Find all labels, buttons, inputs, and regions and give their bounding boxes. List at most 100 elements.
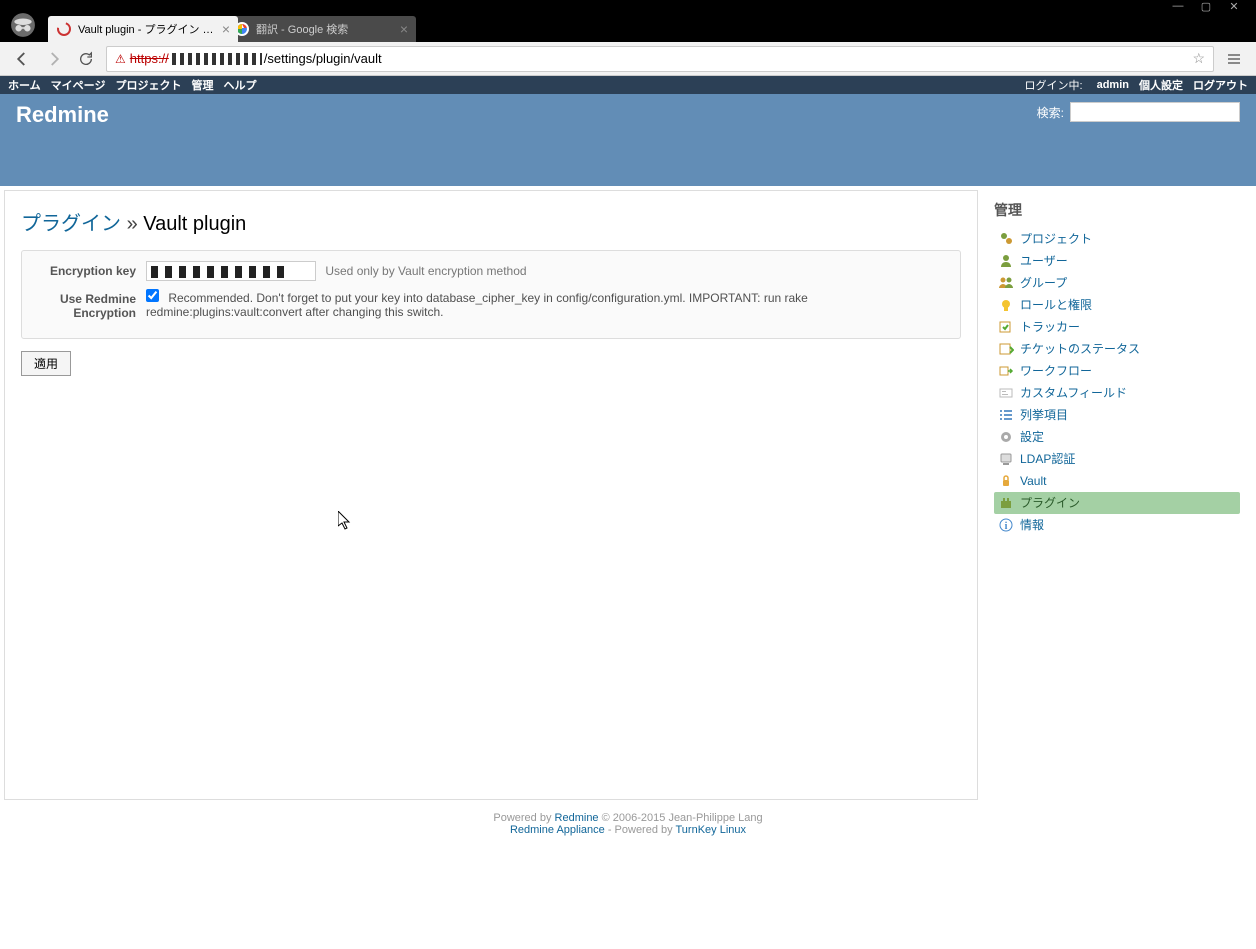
browser-tab-1[interactable]: 翻訳 - Google 検索 × (226, 16, 416, 42)
encryption-key-label: Encryption key (36, 261, 146, 278)
plugins-icon (998, 495, 1014, 511)
field-use-redmine-encryption: Use Redmine Encryption Recommended. Don'… (36, 289, 946, 320)
submit-row: 適用 (21, 351, 961, 376)
bookmark-star-icon[interactable]: ☆ (1192, 50, 1205, 67)
sidebar-item-label[interactable]: プラグイン (1020, 494, 1080, 512)
forward-button[interactable] (42, 47, 66, 71)
sidebar-item-tracker[interactable]: トラッカー (994, 316, 1240, 338)
sidebar-item-label[interactable]: トラッカー (1020, 318, 1080, 336)
use-redmine-encryption-checkbox[interactable] (146, 289, 159, 302)
login-info: ログイン中: admin 個人設定 ログアウト (1025, 77, 1248, 93)
footer-turnkey-link[interactable]: TurnKey Linux (676, 824, 747, 836)
footer-redmine-link[interactable]: Redmine (555, 812, 599, 824)
settings-icon (998, 429, 1014, 445)
sidebar-item-info[interactable]: i 情報 (994, 514, 1240, 536)
window-chrome: — ▢ ✕ (0, 0, 1256, 12)
browser-menu-button[interactable] (1222, 47, 1246, 71)
sidebar-title: 管理 (994, 200, 1240, 220)
sidebar-item-enum[interactable]: 列挙項目 (994, 404, 1240, 426)
svg-text:i: i (1005, 521, 1008, 532)
sidebar-item-label[interactable]: Vault (1020, 472, 1046, 490)
url-path: /settings/plugin/vault (264, 51, 382, 66)
top-menu-link-2[interactable]: プロジェクト (115, 80, 181, 92)
sidebar-item-label[interactable]: ワークフロー (1020, 362, 1092, 380)
redmine-top-menu: ホームマイページプロジェクト管理ヘルプ ログイン中: admin 個人設定 ログ… (0, 76, 1256, 94)
sidebar-item-label[interactable]: カスタムフィールド (1020, 384, 1127, 402)
custom-icon (998, 385, 1014, 401)
projects-icon (998, 231, 1014, 247)
admin-sidebar: 管理 プロジェクトユーザーグループロールと権限トラッカーチケットのステータスワー… (986, 186, 1256, 804)
sidebar-item-label[interactable]: チケットのステータス (1020, 340, 1140, 358)
use-redmine-encryption-hint: Recommended. Don't forget to put your ke… (146, 291, 808, 319)
sidebar-item-projects[interactable]: プロジェクト (994, 228, 1240, 250)
url-bar[interactable]: ⚠ https:// /settings/plugin/vault ☆ (106, 46, 1214, 72)
sidebar-item-status[interactable]: チケットのステータス (994, 338, 1240, 360)
sidebar-item-settings[interactable]: 設定 (994, 426, 1240, 448)
top-menu-link-3[interactable]: 管理 (191, 80, 213, 92)
group-icon (998, 275, 1014, 291)
sidebar-item-label[interactable]: LDAP認証 (1020, 450, 1075, 468)
tab-title: Vault plugin - プラグイン - R (78, 21, 216, 37)
top-menu-link-0[interactable]: ホーム (8, 80, 41, 92)
vault-icon (998, 473, 1014, 489)
sidebar-item-label[interactable]: ロールと権限 (1020, 296, 1092, 314)
page-title: プラグイン » Vault plugin (21, 207, 961, 236)
url-https: https:// (130, 51, 169, 66)
encryption-key-input[interactable] (146, 261, 316, 281)
insecure-lock-icon: ⚠ (115, 52, 126, 66)
tracker-icon (998, 319, 1014, 335)
my-account-link[interactable]: 個人設定 (1139, 77, 1183, 93)
sidebar-item-ldap[interactable]: LDAP認証 (994, 448, 1240, 470)
footer-appliance-link[interactable]: Redmine Appliance (510, 824, 605, 836)
footer-appliance-mid: - Powered by (605, 824, 676, 836)
apply-button[interactable]: 適用 (21, 351, 71, 376)
sidebar-item-user[interactable]: ユーザー (994, 250, 1240, 272)
reload-button[interactable] (74, 47, 98, 71)
ldap-icon (998, 451, 1014, 467)
sidebar-item-workflow[interactable]: ワークフロー (994, 360, 1240, 382)
quick-search: 検索: (1037, 102, 1240, 122)
page-viewport[interactable]: ホームマイページプロジェクト管理ヘルプ ログイン中: admin 個人設定 ログ… (0, 76, 1256, 949)
tab-favicon-icon (56, 21, 72, 37)
breadcrumb-plugins-link[interactable]: プラグイン (21, 213, 121, 235)
sidebar-item-custom[interactable]: カスタムフィールド (994, 382, 1240, 404)
footer: Powered by Redmine © 2006-2015 Jean-Phil… (0, 804, 1256, 844)
sidebar-item-roles[interactable]: ロールと権限 (994, 294, 1240, 316)
info-icon: i (998, 517, 1014, 533)
back-button[interactable] (10, 47, 34, 71)
footer-copyright: © 2006-2015 Jean-Philippe Lang (599, 812, 763, 824)
search-label: 検索: (1037, 104, 1064, 121)
login-label: ログイン中: (1025, 77, 1083, 93)
sidebar-item-label[interactable]: グループ (1020, 274, 1067, 292)
window-minimize-button[interactable]: — (1166, 1, 1190, 11)
sidebar-item-label[interactable]: 設定 (1020, 428, 1044, 446)
sidebar-item-vault[interactable]: Vault (994, 470, 1240, 492)
sidebar-item-plugins[interactable]: プラグイン (994, 492, 1240, 514)
sidebar-item-label[interactable]: 列挙項目 (1020, 406, 1068, 424)
footer-powered-by: Powered by (493, 812, 554, 824)
breadcrumb-current: Vault plugin (143, 213, 246, 235)
encryption-key-hint: Used only by Vault encryption method (325, 264, 526, 278)
search-input[interactable] (1070, 102, 1240, 122)
enum-icon (998, 407, 1014, 423)
breadcrumb-sep: » (127, 213, 138, 235)
incognito-icon (8, 10, 38, 40)
sidebar-item-label[interactable]: ユーザー (1020, 252, 1068, 270)
sidebar-item-group[interactable]: グループ (994, 272, 1240, 294)
use-redmine-encryption-label: Use Redmine Encryption (36, 289, 146, 320)
browser-toolbar: ⚠ https:// /settings/plugin/vault ☆ (0, 42, 1256, 76)
browser-tab-0[interactable]: Vault plugin - プラグイン - R × (48, 16, 238, 42)
tab-close-icon[interactable]: × (222, 21, 230, 37)
logout-link[interactable]: ログアウト (1193, 77, 1248, 93)
top-menu-link-4[interactable]: ヘルプ (223, 80, 256, 92)
sidebar-item-label[interactable]: プロジェクト (1020, 230, 1092, 248)
login-user-link[interactable]: admin (1097, 79, 1129, 91)
top-menu-link-1[interactable]: マイページ (51, 80, 106, 92)
window-close-button[interactable]: ✕ (1222, 1, 1246, 11)
roles-icon (998, 297, 1014, 313)
window-maximize-button[interactable]: ▢ (1194, 1, 1218, 11)
tab-title: 翻訳 - Google 検索 (256, 21, 394, 37)
browser-tab-strip: Vault plugin - プラグイン - R × 翻訳 - Google 検… (0, 12, 1256, 42)
tab-close-icon[interactable]: × (400, 21, 408, 37)
sidebar-item-label[interactable]: 情報 (1020, 516, 1044, 534)
